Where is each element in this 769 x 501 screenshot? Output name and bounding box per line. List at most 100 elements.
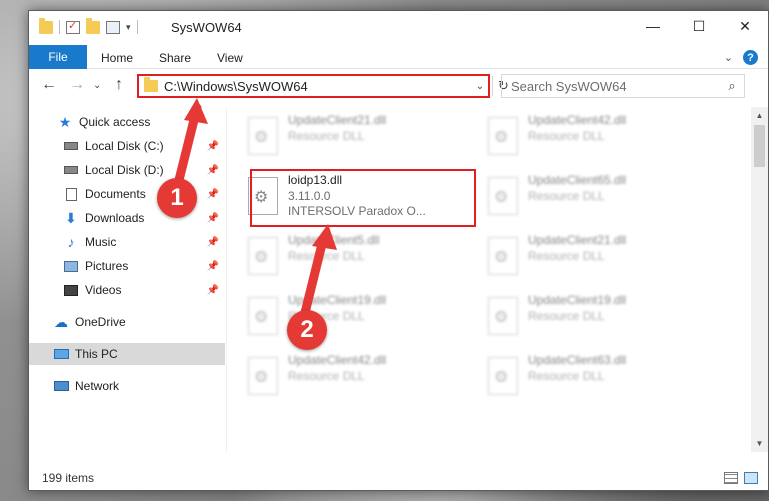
customize-toolbar-chevron-icon[interactable]: ▾	[126, 22, 131, 33]
pin-icon[interactable]: 📌	[207, 285, 219, 296]
dll-file-icon	[488, 357, 518, 395]
sidebar-item-local-disk-d[interactable]: Local Disk (D:) 📌	[29, 159, 225, 181]
back-button[interactable]: ←	[41, 76, 57, 94]
drive-icon	[63, 163, 79, 177]
drive-icon	[63, 139, 79, 153]
dll-file-icon	[248, 117, 278, 155]
pin-icon[interactable]: 📌	[207, 261, 219, 272]
pin-icon[interactable]: 📌	[207, 213, 219, 224]
list-item[interactable]: UpdateClient19.dllResource DLL	[228, 293, 448, 341]
file-description: Resource DLL	[528, 369, 605, 383]
status-bar: 199 items	[29, 464, 768, 490]
address-path[interactable]: C:\Windows\SysWOW64	[164, 79, 472, 94]
forward-button[interactable]: →	[69, 76, 85, 94]
file-description: Resource DLL	[528, 249, 605, 263]
scrollbar-thumb[interactable]	[754, 125, 765, 167]
documents-icon	[63, 187, 79, 201]
tab-file[interactable]: File	[29, 45, 87, 69]
vertical-scrollbar[interactable]: ▲ ▼	[751, 107, 768, 452]
sidebar-item-label: Quick access	[79, 115, 151, 129]
file-name: UpdateClient21.dll	[288, 113, 387, 127]
tab-home[interactable]: Home	[101, 51, 133, 65]
close-button[interactable]: ✕	[722, 11, 768, 41]
annotation-marker-1: 1	[157, 178, 197, 218]
new-folder-icon[interactable]	[86, 17, 100, 34]
sidebar-item-label: Documents	[85, 187, 146, 201]
pin-icon[interactable]: 📌	[207, 189, 219, 200]
address-folder-icon	[144, 77, 158, 92]
pin-icon[interactable]: 📌	[207, 165, 219, 176]
customize-view-icon[interactable]	[106, 20, 120, 34]
scroll-down-arrow-icon[interactable]: ▼	[751, 435, 768, 452]
dll-file-icon	[488, 237, 518, 275]
sidebar-item-downloads[interactable]: ⬇ Downloads 📌	[29, 207, 225, 229]
minimize-button[interactable]: —	[630, 11, 676, 41]
list-item[interactable]: UpdateClient42.dll Resource DLL	[468, 113, 688, 161]
dll-file-icon	[488, 117, 518, 155]
file-name: UpdateClient42.dll	[288, 353, 387, 367]
sidebar-item-label: Network	[75, 379, 120, 393]
file-name: UpdateClient21.dll	[528, 233, 627, 247]
window-controls: — ☐ ✕	[630, 11, 768, 41]
list-item[interactable]: UpdateClient42.dll Resource DLL	[228, 353, 448, 401]
navigation-bar: ← → ⌄ ↑ C:\Windows\SysWOW64 ⌄ ↻ Search S…	[29, 71, 768, 101]
navigation-pane: ★ Quick access Local Disk (C:) 📌 Local D…	[29, 107, 227, 452]
list-item[interactable]: UpdateClient5.dll Resource DLL	[228, 233, 448, 281]
sidebar-item-this-pc[interactable]: This PC	[29, 343, 225, 365]
tab-share[interactable]: Share	[159, 51, 191, 65]
details-view-icon[interactable]	[724, 472, 738, 484]
dll-file-icon	[488, 297, 518, 335]
pin-icon[interactable]: 📌	[207, 141, 219, 152]
list-item[interactable]: UpdateClient21.dll Resource DLL	[228, 113, 448, 161]
file-name: UpdateClient63.dll	[528, 353, 627, 367]
address-dropdown-chevron-icon[interactable]: ⌄	[472, 81, 488, 92]
help-icon[interactable]: ?	[743, 50, 758, 65]
search-input[interactable]: Search SysWOW64	[511, 79, 720, 94]
videos-icon	[63, 283, 79, 297]
sidebar-item-music[interactable]: ♪ Music 📌	[29, 231, 225, 253]
properties-check-icon[interactable]	[66, 19, 80, 34]
sidebar-item-label: Downloads	[85, 211, 145, 225]
up-button[interactable]: ↑	[115, 76, 123, 94]
list-item[interactable]: UpdateClient21.dll Resource DLL	[468, 233, 688, 281]
search-icon[interactable]: ⌕	[720, 78, 744, 94]
sidebar-item-local-disk-c[interactable]: Local Disk (C:) 📌	[29, 135, 225, 157]
sidebar-item-quick-access[interactable]: ★ Quick access	[29, 111, 225, 133]
download-icon: ⬇	[65, 209, 77, 226]
network-icon	[53, 379, 69, 393]
folder-icon[interactable]	[39, 17, 53, 34]
sidebar-item-videos[interactable]: Videos 📌	[29, 279, 225, 301]
sidebar-item-onedrive[interactable]: ☁ OneDrive	[29, 311, 225, 333]
scroll-up-arrow-icon[interactable]: ▲	[751, 107, 768, 124]
tab-view[interactable]: View	[217, 51, 243, 65]
this-pc-icon	[53, 347, 69, 361]
search-box[interactable]: Search SysWOW64 ⌕	[501, 74, 745, 98]
list-item[interactable]: UpdateClient19.dllResource DLL	[468, 293, 688, 341]
tiles-view-icon[interactable]	[744, 472, 758, 484]
expand-ribbon-chevron-icon[interactable]: ⌄	[724, 51, 733, 64]
file-description: Resource DLL	[528, 189, 605, 203]
file-description: Resource DLL	[528, 309, 605, 323]
sidebar-item-network[interactable]: Network	[29, 375, 225, 397]
sidebar-item-label: Local Disk (D:)	[85, 163, 164, 177]
sidebar-item-label: Music	[85, 235, 117, 249]
file-list: UpdateClient21.dllResource DLL loidp13.d…	[228, 107, 742, 452]
file-name: UpdateClient42.dll	[528, 113, 627, 127]
title-bar: ▾ SysWOW64 — ☐ ✕	[29, 11, 768, 45]
pin-icon[interactable]: 📌	[207, 237, 219, 248]
address-bar[interactable]: C:\Windows\SysWOW64 ⌄	[137, 74, 490, 98]
star-icon: ★	[58, 113, 72, 130]
ribbon-right-controls: ⌄ ?	[724, 50, 758, 65]
recent-locations-chevron-icon[interactable]: ⌄	[93, 80, 101, 91]
list-item[interactable]: UpdateClient65.dll Resource DLL	[468, 173, 688, 221]
file-description: Resource DLL	[288, 369, 365, 383]
window-title: SysWOW64	[171, 20, 242, 35]
maximize-button[interactable]: ☐	[676, 11, 722, 41]
sidebar-item-label: Local Disk (C:)	[85, 139, 164, 153]
file-explorer-window: ▾ SysWOW64 — ☐ ✕ File Home Share View ⌄ …	[28, 10, 769, 491]
toolbar-divider	[59, 20, 60, 34]
sidebar-item-pictures[interactable]: Pictures 📌	[29, 255, 225, 277]
music-icon: ♪	[67, 234, 75, 250]
file-description: Resource DLL	[288, 249, 365, 263]
list-item[interactable]: UpdateClient63.dll Resource DLL	[468, 353, 688, 401]
